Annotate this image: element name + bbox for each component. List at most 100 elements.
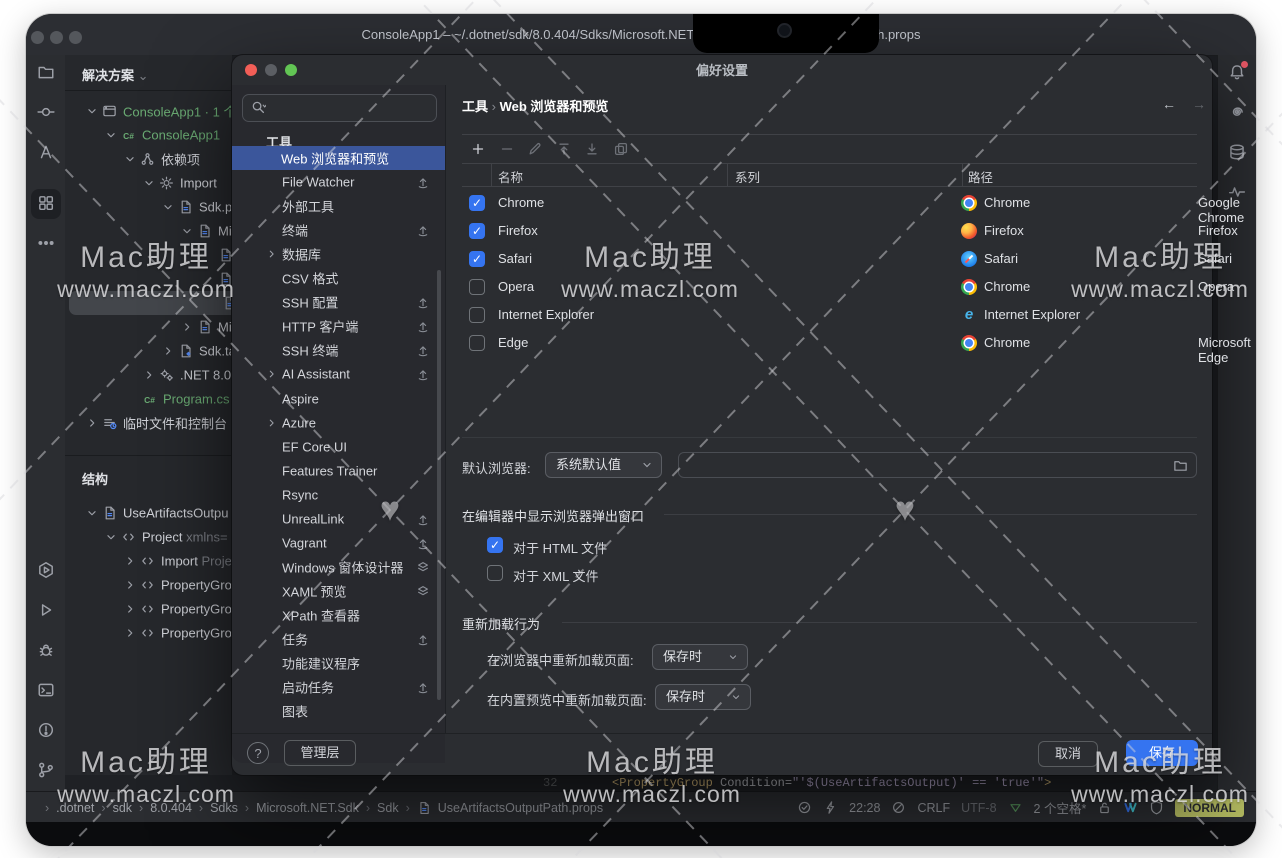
browser-enabled-checkbox[interactable] (469, 335, 485, 351)
database-icon[interactable] (1228, 143, 1246, 161)
no-preview-icon[interactable] (891, 800, 906, 815)
save-button[interactable]: 保存 (1126, 740, 1198, 766)
minimize-window-button[interactable] (50, 31, 63, 44)
settings-tree-item[interactable]: SSH 终端 (233, 338, 444, 362)
shield-icon[interactable] (1149, 800, 1164, 815)
tree-row[interactable]: Sdk.ta (65, 339, 232, 363)
git-branch-icon[interactable] (37, 761, 55, 779)
settings-tree-item[interactable]: UnrealLink (233, 507, 444, 531)
solution-panel-header[interactable]: 解决方案 ⌄ (82, 65, 149, 84)
browser-enabled-checkbox[interactable] (469, 307, 485, 323)
settings-tree-item[interactable]: Vagrant (233, 531, 444, 555)
tree-row[interactable] (69, 291, 232, 315)
settings-tree-item[interactable]: 数据库 (233, 242, 444, 266)
ai-spiral-icon[interactable] (1228, 103, 1246, 121)
browser-path-field[interactable] (678, 452, 1197, 478)
breadcrumb-item[interactable]: .dotnet (56, 801, 94, 815)
letter-a-icon[interactable] (37, 143, 55, 161)
status-breadcrumbs[interactable]: ›.dotnet›sdk›8.0.404›Sdks›Microsoft.NET.… (45, 792, 603, 823)
settings-tree-item[interactable]: 任务 (233, 627, 444, 651)
column-header-path[interactable]: 路径 (968, 167, 993, 186)
settings-tree-item[interactable]: Web 浏览器和预览 (232, 146, 445, 170)
breadcrumb-item[interactable]: sdk (113, 801, 132, 815)
arrow-down-line-toolbar-icon[interactable] (584, 141, 600, 157)
tree-row[interactable]: UseArtifactsOutpu (65, 501, 232, 525)
more-dots-icon[interactable] (37, 234, 55, 252)
reload-select[interactable]: 保存时 (655, 684, 751, 710)
settings-tree-item[interactable]: 外部工具 (233, 194, 444, 218)
tree-row[interactable]: C#ConsoleApp1 (65, 123, 232, 147)
settings-tree-item[interactable]: File Watcher (233, 170, 444, 194)
settings-tree-item[interactable]: Rsync (233, 483, 444, 507)
tree-row[interactable]: .NET 8.0 (65, 363, 232, 387)
structure-panel-header[interactable]: 结构 (82, 469, 108, 488)
forward-arrow-icon[interactable]: → (1192, 96, 1206, 112)
copy-toolbar-icon[interactable] (613, 141, 629, 157)
settings-tree-item[interactable]: Features Trainer (233, 459, 444, 483)
grid-icon[interactable] (37, 194, 55, 212)
tree-row[interactable]: Import (65, 171, 232, 195)
cancel-button[interactable]: 取消 (1038, 741, 1098, 767)
terminal-icon[interactable] (37, 681, 55, 699)
settings-tree-item[interactable]: AI Assistant (233, 362, 444, 386)
browser-table-row[interactable]: ✓ Chrome Chrome Google Chrome (462, 189, 1197, 217)
settings-tree-item[interactable]: EF Core UI (233, 435, 444, 459)
tree-row[interactable]: PropertyGro (65, 597, 232, 621)
breadcrumb-item[interactable]: UseArtifactsOutputPath.props (438, 801, 603, 815)
tree-row[interactable]: 依赖项 (65, 147, 232, 171)
hexagon-run-icon[interactable] (37, 561, 55, 579)
line-ending-widget[interactable]: CRLF (917, 801, 950, 815)
settings-tree-item[interactable]: 图表 (233, 699, 444, 723)
tree-row[interactable]: PropertyGro (65, 621, 232, 645)
triangle-down-icon[interactable] (1008, 800, 1023, 815)
browser-enabled-checkbox[interactable]: ✓ (469, 223, 485, 239)
browser-table-row[interactable]: ✓ Firefox Firefox Firefox (462, 217, 1197, 245)
breadcrumb-item[interactable]: 8.0.404 (150, 801, 192, 815)
pencil-toolbar-icon[interactable] (527, 141, 543, 157)
tree-row[interactable]: Project xmlns= (65, 525, 232, 549)
run-icon[interactable] (37, 601, 55, 619)
settings-tree-scrollbar[interactable] (437, 270, 441, 700)
plus-toolbar-icon[interactable] (470, 141, 486, 157)
notifications-bell-icon[interactable] (1228, 63, 1246, 81)
settings-tree-item[interactable]: XAML 预览 (233, 579, 444, 603)
browser-table-row[interactable]: ✓ Safari Safari Safari (462, 245, 1197, 273)
folder-icon[interactable] (1173, 458, 1188, 473)
tree-row[interactable] (65, 267, 232, 291)
tree-row[interactable]: C#Program.cs (65, 387, 232, 411)
settings-tree-item[interactable]: 终端 (233, 218, 444, 242)
tree-row[interactable]: PropertyGro (65, 573, 232, 597)
lock-open-icon[interactable] (1097, 800, 1112, 815)
settings-tree-item[interactable]: HTTP 客户端 (233, 314, 444, 338)
browser-enabled-checkbox[interactable]: ✓ (469, 195, 485, 211)
encoding-widget[interactable]: UTF-8 (961, 801, 996, 815)
settings-tree-item[interactable]: Azure (233, 411, 444, 435)
tree-row[interactable]: Mi (65, 219, 232, 243)
settings-tree-item[interactable]: 启动任务 (233, 675, 444, 699)
clock-widget[interactable]: 22:28 (849, 801, 880, 815)
commit-icon[interactable] (37, 103, 55, 121)
help-button[interactable]: ? (247, 742, 269, 764)
close-window-button[interactable] (31, 31, 44, 44)
browser-enabled-checkbox[interactable] (469, 279, 485, 295)
indent-widget[interactable]: 2 个空格* (1034, 798, 1087, 817)
browser-table-row[interactable]: Opera Chrome Opera (462, 273, 1197, 301)
breadcrumb-item[interactable]: Sdk (377, 801, 399, 815)
reload-select[interactable]: 保存时 (652, 644, 748, 670)
breadcrumb-parent[interactable]: 工具 (462, 99, 488, 114)
minus-toolbar-icon[interactable] (499, 141, 515, 157)
check-circle-icon[interactable] (797, 800, 812, 815)
manage-layers-button[interactable]: 管理层 (284, 740, 356, 766)
settings-tree-item[interactable]: CSV 格式 (233, 266, 444, 290)
back-arrow-icon[interactable]: ← (1162, 96, 1176, 112)
tree-row[interactable]: ConsoleApp1 · 1 个 (65, 99, 232, 123)
settings-tree-item[interactable]: Aspire (233, 387, 444, 411)
folder-icon[interactable] (37, 63, 55, 81)
v-mark-icon[interactable] (1123, 800, 1138, 815)
tree-row[interactable]: Sdk.p (65, 195, 232, 219)
browser-enabled-checkbox[interactable]: ✓ (469, 251, 485, 267)
breadcrumb-item[interactable]: Microsoft.NET.Sdk (256, 801, 359, 815)
option-checkbox[interactable]: ✓ (487, 537, 503, 553)
breadcrumb-item[interactable]: Sdks (210, 801, 238, 815)
zoom-window-button[interactable] (69, 31, 82, 44)
